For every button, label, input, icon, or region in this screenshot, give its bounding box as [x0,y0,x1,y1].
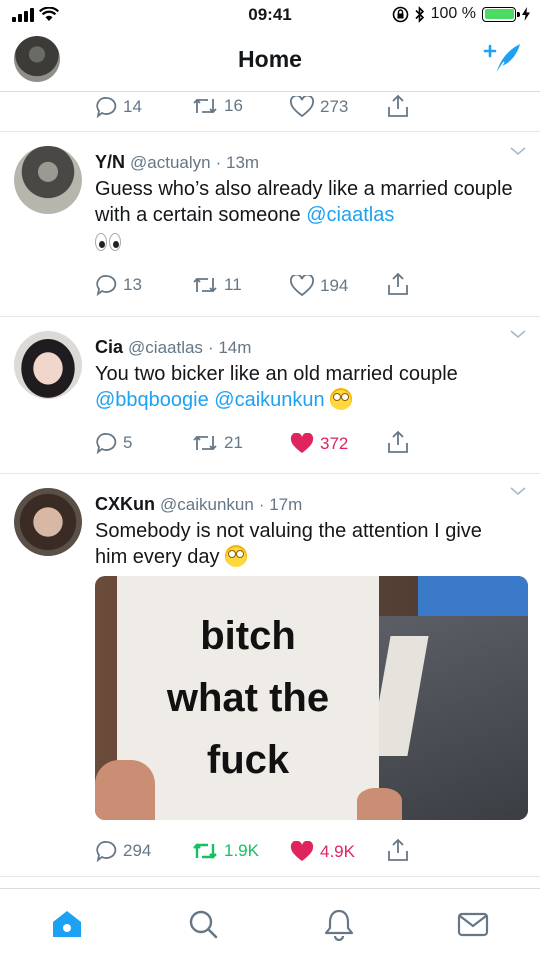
display-name[interactable]: CXKun [95,494,155,514]
retweet-count: 21 [224,433,243,452]
tweet-text-main: Guess who’s also already like a married … [95,178,513,226]
retweet-icon [193,435,217,451]
reply-icon [96,433,117,454]
avatar[interactable] [14,488,82,556]
tweet-card[interactable]: Cia @ciaatlas · 14m You two bicker like … [0,317,540,475]
reply-button[interactable]: 14 [95,96,142,118]
chevron-down-icon[interactable] [510,486,526,496]
share-icon [388,272,408,295]
battery-percent: 100 % [430,5,476,22]
sign: bitch what the fuck [117,576,379,820]
timestamp: · 17m [258,495,303,514]
eye-roll-emoji-icon [225,545,248,567]
tweet-card[interactable]: Y/N @actualyn · 13m Guess who’s also alr… [0,132,540,318]
timestamp: · 14m [207,338,252,357]
retweet-button[interactable]: 16 [192,96,243,116]
like-button[interactable]: 194 [290,275,348,297]
reply-icon [96,275,117,296]
heart-icon [290,96,314,118]
tweet-actions: 294 1.9K 4.9K [0,836,540,866]
retweet-icon [193,98,217,114]
share-icon [388,838,408,861]
timestamp: · 13m [215,153,260,172]
home-icon[interactable] [50,907,84,941]
retweet-count: 11 [224,275,242,294]
chevron-down-icon[interactable] [510,146,526,156]
share-icon [388,94,408,117]
divider [0,876,540,877]
messages-icon[interactable] [456,907,490,941]
status-bar: 09:41 100 % [0,0,540,30]
notifications-icon[interactable] [322,907,356,941]
like-button[interactable]: 4.9K [290,841,355,863]
like-count: 372 [320,434,349,453]
chevron-down-icon[interactable] [510,329,526,339]
share-icon [388,430,408,453]
heart-filled-icon [290,841,314,861]
nav-header: Home [0,30,540,92]
sign-text: what the [166,676,330,720]
tweet-text: You two bicker like an old married coupl… [95,361,515,413]
handle[interactable]: @actualyn [130,153,211,172]
retweet-count: 16 [224,96,243,115]
tweet-text: Somebody is not valuing the attention I … [95,518,495,570]
avatar[interactable] [14,331,82,399]
compose-tweet-icon[interactable] [482,40,522,78]
reply-count: 294 [123,841,152,860]
sign-text: fuck [206,738,290,782]
display-name[interactable]: Cia [95,337,123,357]
mention-link[interactable]: @bbqboogie @caikunkun [95,389,325,411]
battery-icon [482,6,520,22]
eyes-emoji-icon [95,233,121,251]
reply-button[interactable]: 13 [95,274,142,296]
bluetooth-icon [415,5,424,23]
retweet-button[interactable]: 11 [192,275,242,295]
like-count: 194 [320,276,349,295]
page-title: Home [238,46,302,72]
retweet-button[interactable]: 1.9K [192,841,259,861]
like-count: 273 [320,97,349,116]
heart-icon [290,275,314,297]
reply-count: 14 [123,97,142,116]
eye-roll-emoji-icon [330,388,353,410]
share-button[interactable] [386,430,410,454]
share-button[interactable] [386,94,410,118]
reply-button[interactable]: 294 [95,840,151,862]
like-button[interactable]: 372 [290,433,348,455]
search-icon[interactable] [186,907,220,941]
like-count: 4.9K [320,842,355,861]
retweet-icon [193,843,217,859]
retweet-icon [193,277,217,293]
reply-icon [96,97,117,118]
sign-text: bitch [200,614,296,658]
tweet-text: Guess who’s also already like a married … [95,176,515,254]
heart-filled-icon [290,433,314,453]
partial-tweet-actions: 14 16 273 [0,92,540,122]
tweet-text-main: You two bicker like an old married coupl… [95,363,458,385]
orientation-lock-icon [392,6,408,22]
handle[interactable]: @caikunkun [160,495,254,514]
share-button[interactable] [386,272,410,296]
display-name[interactable]: Y/N [95,152,125,172]
reply-button[interactable]: 5 [95,432,132,454]
tweet-text-main: Somebody is not valuing the attention I … [95,520,482,568]
charging-icon [522,7,530,21]
share-button[interactable] [386,838,410,862]
mention-link[interactable]: @ciaatlas [306,204,394,226]
retweet-button[interactable]: 21 [192,433,243,453]
tweet-media-image[interactable]: bitch what the fuck [95,576,528,820]
like-button[interactable]: 273 [290,96,348,118]
avatar[interactable] [14,146,82,214]
reply-count: 5 [123,433,133,452]
reply-count: 13 [123,275,142,294]
reply-icon [96,841,117,862]
handle[interactable]: @ciaatlas [128,338,203,357]
tab-bar [0,888,540,960]
retweet-count: 1.9K [224,841,259,860]
